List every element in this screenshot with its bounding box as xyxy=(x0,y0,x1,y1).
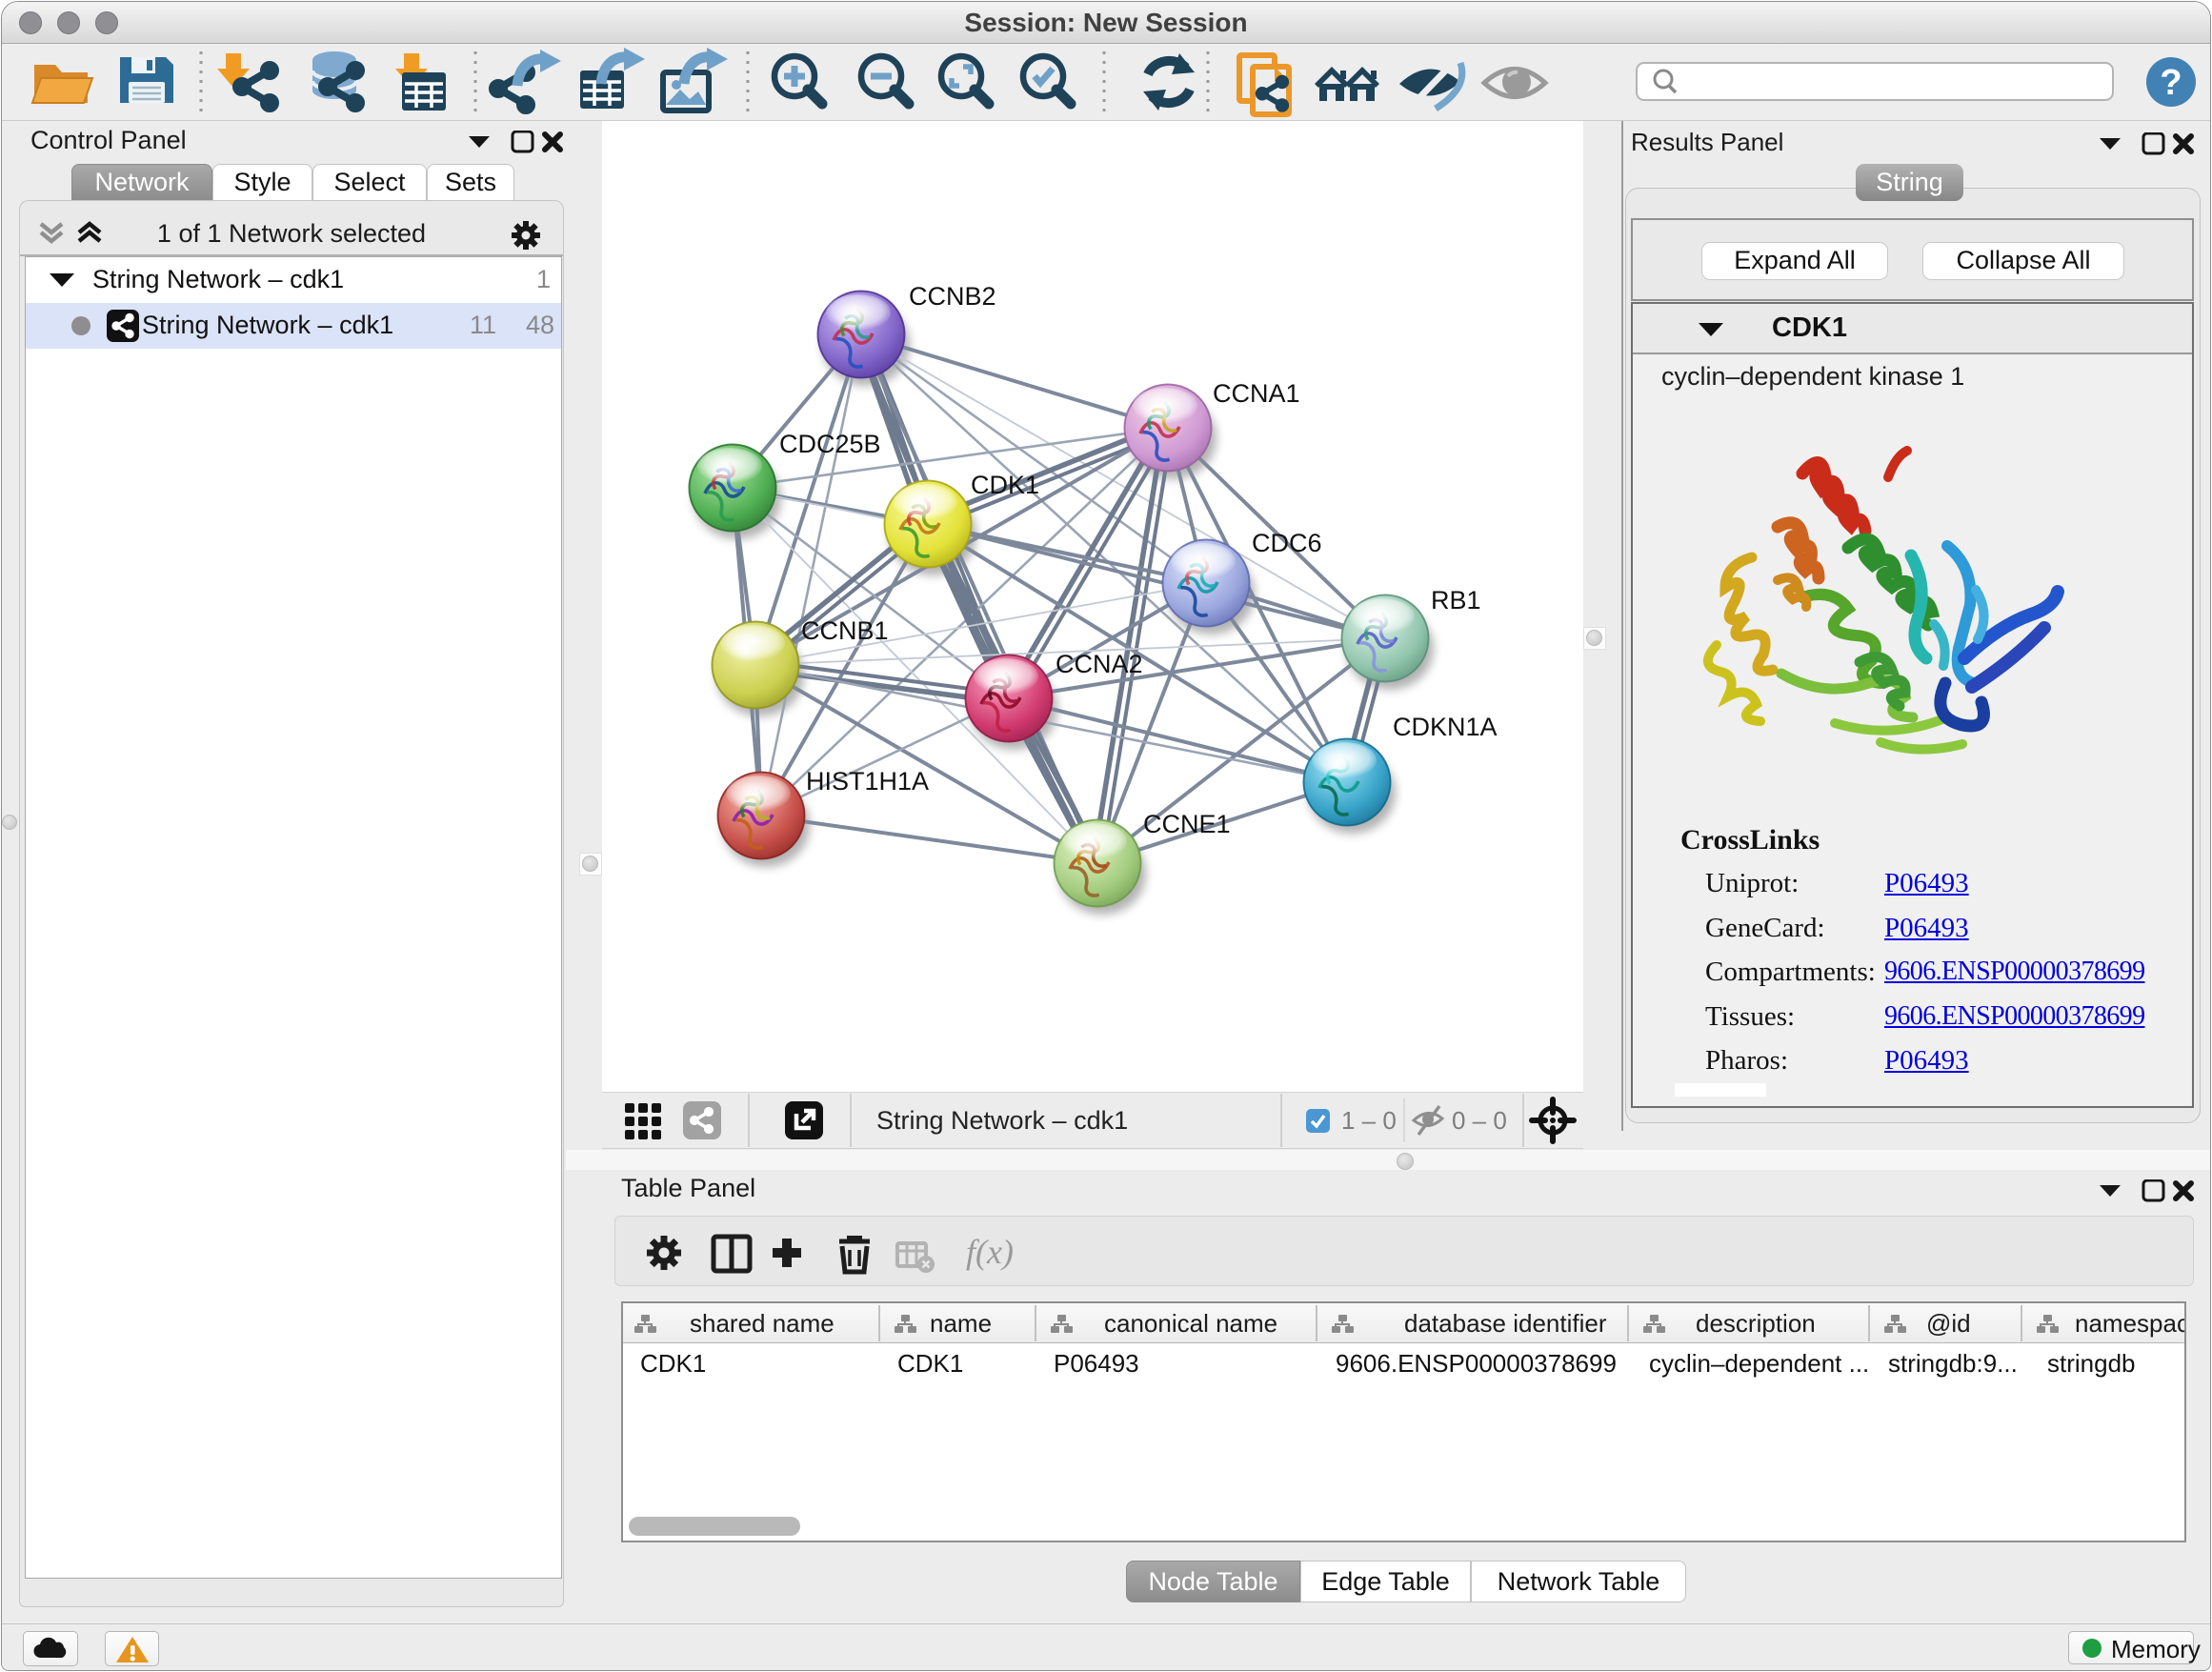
svg-text:String Network – cdk1: String Network – cdk1 xyxy=(876,1106,1128,1135)
svg-text:CCNE1: CCNE1 xyxy=(1143,810,1231,838)
svg-text:1 – 0: 1 – 0 xyxy=(1341,1106,1397,1135)
svg-text:@id: @id xyxy=(1926,1309,1971,1338)
svg-text:CDC6: CDC6 xyxy=(1252,529,1322,557)
svg-text:?: ? xyxy=(2160,63,2182,103)
svg-text:CCNB1: CCNB1 xyxy=(801,616,889,645)
svg-text:f(x): f(x) xyxy=(966,1233,1014,1271)
svg-text:CDC25B: CDC25B xyxy=(779,430,881,458)
svg-text:HIST1H1A: HIST1H1A xyxy=(806,767,929,796)
svg-text:description: description xyxy=(1696,1309,1816,1338)
svg-text:namespac: namespac xyxy=(2075,1309,2184,1338)
svg-text:CCNA2: CCNA2 xyxy=(1056,650,1143,678)
svg-text:database identifier: database identifier xyxy=(1404,1309,1607,1338)
svg-text:CDK1: CDK1 xyxy=(971,471,1039,499)
svg-text:RB1: RB1 xyxy=(1431,586,1481,614)
svg-text:CCNB2: CCNB2 xyxy=(909,282,996,311)
svg-text:CCNA1: CCNA1 xyxy=(1213,379,1300,408)
svg-text:shared name: shared name xyxy=(690,1309,835,1338)
svg-text:0 – 0: 0 – 0 xyxy=(1452,1106,1507,1135)
svg-text:CDKN1A: CDKN1A xyxy=(1393,713,1498,741)
svg-text:name: name xyxy=(930,1309,992,1338)
svg-text:canonical name: canonical name xyxy=(1104,1309,1277,1338)
